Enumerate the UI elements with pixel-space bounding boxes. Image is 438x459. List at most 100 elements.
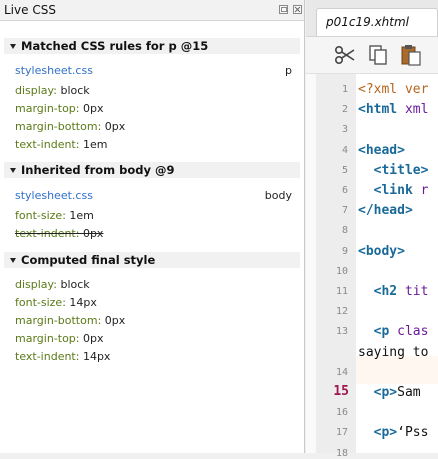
code-line: <body> [358, 244, 405, 259]
css-property-row: margin-bottom: 0px [15, 120, 126, 133]
rule-source-row: stylesheet.css body [15, 188, 300, 204]
line-number: 18 [335, 447, 348, 459]
property-name: font-size [15, 209, 63, 222]
section-header-computed[interactable]: Computed final style [4, 252, 300, 268]
code-line: </head> [358, 203, 413, 218]
code-token: <p> [373, 385, 398, 400]
close-icon[interactable] [293, 5, 302, 14]
line-number: 6 [341, 185, 348, 196]
css-property-row-overridden: text-indent: 0px [15, 227, 104, 240]
property-name: margin-bottom [15, 314, 98, 327]
code-token: tit [397, 284, 429, 299]
float-panel-icon[interactable] [279, 5, 288, 14]
editor-toolbar [306, 37, 438, 74]
code-line: <html xml [358, 102, 428, 117]
code-token: <head> [358, 142, 405, 158]
code-line: <link r [358, 183, 429, 198]
section-header-matched[interactable]: Matched CSS rules for p @15 [4, 38, 300, 54]
code-token: <?xml ver [358, 82, 429, 97]
property-value: 1em [69, 209, 94, 222]
css-property-row: margin-top: 0px [15, 332, 104, 345]
code-line: <p>‘Pss [358, 425, 429, 441]
code-token: clas [389, 324, 429, 340]
code-line: <?xml ver [358, 82, 428, 97]
rule-source-row: stylesheet.css p [15, 63, 300, 79]
code-line: <title> [358, 162, 429, 178]
css-property-row: font-size: 14px [15, 296, 97, 309]
tab-label: p01c19.xhtml [326, 15, 410, 29]
code-line: <p>Sam [358, 385, 421, 400]
css-property-row: text-indent: 1em [15, 138, 108, 151]
css-property-row: margin-bottom: 0px [15, 314, 126, 327]
collapse-triangle-icon[interactable] [10, 168, 16, 173]
code-token: <p [373, 324, 390, 340]
line-number: 14 [335, 366, 348, 378]
css-property-row: display: block [15, 278, 90, 291]
css-property-row: margin-top: 0px [15, 102, 104, 115]
code-line: <p clas [358, 324, 429, 340]
property-name: text-indent [15, 138, 76, 151]
code-line: saying to [358, 345, 428, 360]
rule-selector: body [264, 189, 292, 202]
property-name: display [15, 84, 54, 97]
css-property-row: text-indent: 14px [15, 350, 111, 363]
line-number: 3 [341, 124, 348, 136]
code-editor: p01c19.xhtml 1 2 3 4 5 6 7 8 9 10 11 12 13 14 15 16 17 18… [306, 0, 438, 459]
property-value: 1em [82, 138, 108, 151]
property-value: 0px [104, 314, 126, 327]
live-css-panel: Live CSS Matched CSS rules for p @15 sty… [0, 0, 305, 453]
property-value: 14px [82, 350, 111, 363]
stylesheet-link[interactable]: stylesheet.css [15, 64, 93, 77]
property-name: text-indent [15, 227, 76, 240]
code-token: <body> [358, 243, 405, 259]
paste-icon[interactable] [399, 43, 423, 67]
property-value: 0px [83, 332, 104, 345]
property-value: 0px [83, 102, 104, 115]
line-number: 4 [341, 144, 348, 156]
line-number: 11 [335, 286, 348, 297]
property-name: font-size [15, 296, 63, 309]
tab-bar: p01c19.xhtml [306, 0, 438, 37]
property-value: 14px [69, 296, 97, 309]
code-text-area[interactable]: <?xml ver <html xml <head> <title> <link r… [356, 74, 438, 453]
property-value: 0px [104, 120, 126, 133]
copy-icon[interactable] [366, 43, 390, 67]
code-token: <link [373, 183, 413, 198]
tab-file[interactable]: p01c19.xhtml [316, 8, 438, 36]
line-number: 9 [341, 245, 348, 257]
collapse-triangle-icon[interactable] [10, 44, 16, 49]
line-number: 16 [335, 407, 348, 419]
property-name: margin-top [15, 102, 76, 115]
line-number: 5 [341, 164, 348, 176]
code-token: saying to [358, 344, 429, 360]
css-property-row: display: block [15, 84, 90, 97]
code-line: <h2 tit [358, 284, 429, 299]
code-token: xml [397, 102, 429, 118]
code-token: r [412, 183, 429, 198]
line-number: 2 [341, 104, 348, 116]
code-token: <p> [373, 425, 398, 441]
line-number: 10 [335, 265, 348, 277]
line-number: 8 [341, 225, 348, 237]
stylesheet-link[interactable]: stylesheet.css [15, 189, 93, 202]
code-line: <head> [358, 143, 405, 158]
property-value: block [60, 84, 90, 97]
property-name: text-indent [15, 350, 76, 363]
line-number: 7 [341, 205, 348, 217]
scissors-icon[interactable] [333, 43, 357, 67]
collapse-triangle-icon[interactable] [10, 258, 16, 263]
code-token: </head> [358, 203, 413, 219]
code-token: Sam [397, 385, 421, 400]
current-line-highlight [356, 356, 438, 384]
code-token: <title> [373, 162, 429, 178]
line-number: 12 [335, 306, 348, 318]
property-name: display [15, 278, 54, 291]
live-css-titlebar: Live CSS [0, 0, 304, 21]
section-header-inherited[interactable]: Inherited from body @9 [4, 162, 300, 178]
rule-selector: p [285, 64, 292, 77]
